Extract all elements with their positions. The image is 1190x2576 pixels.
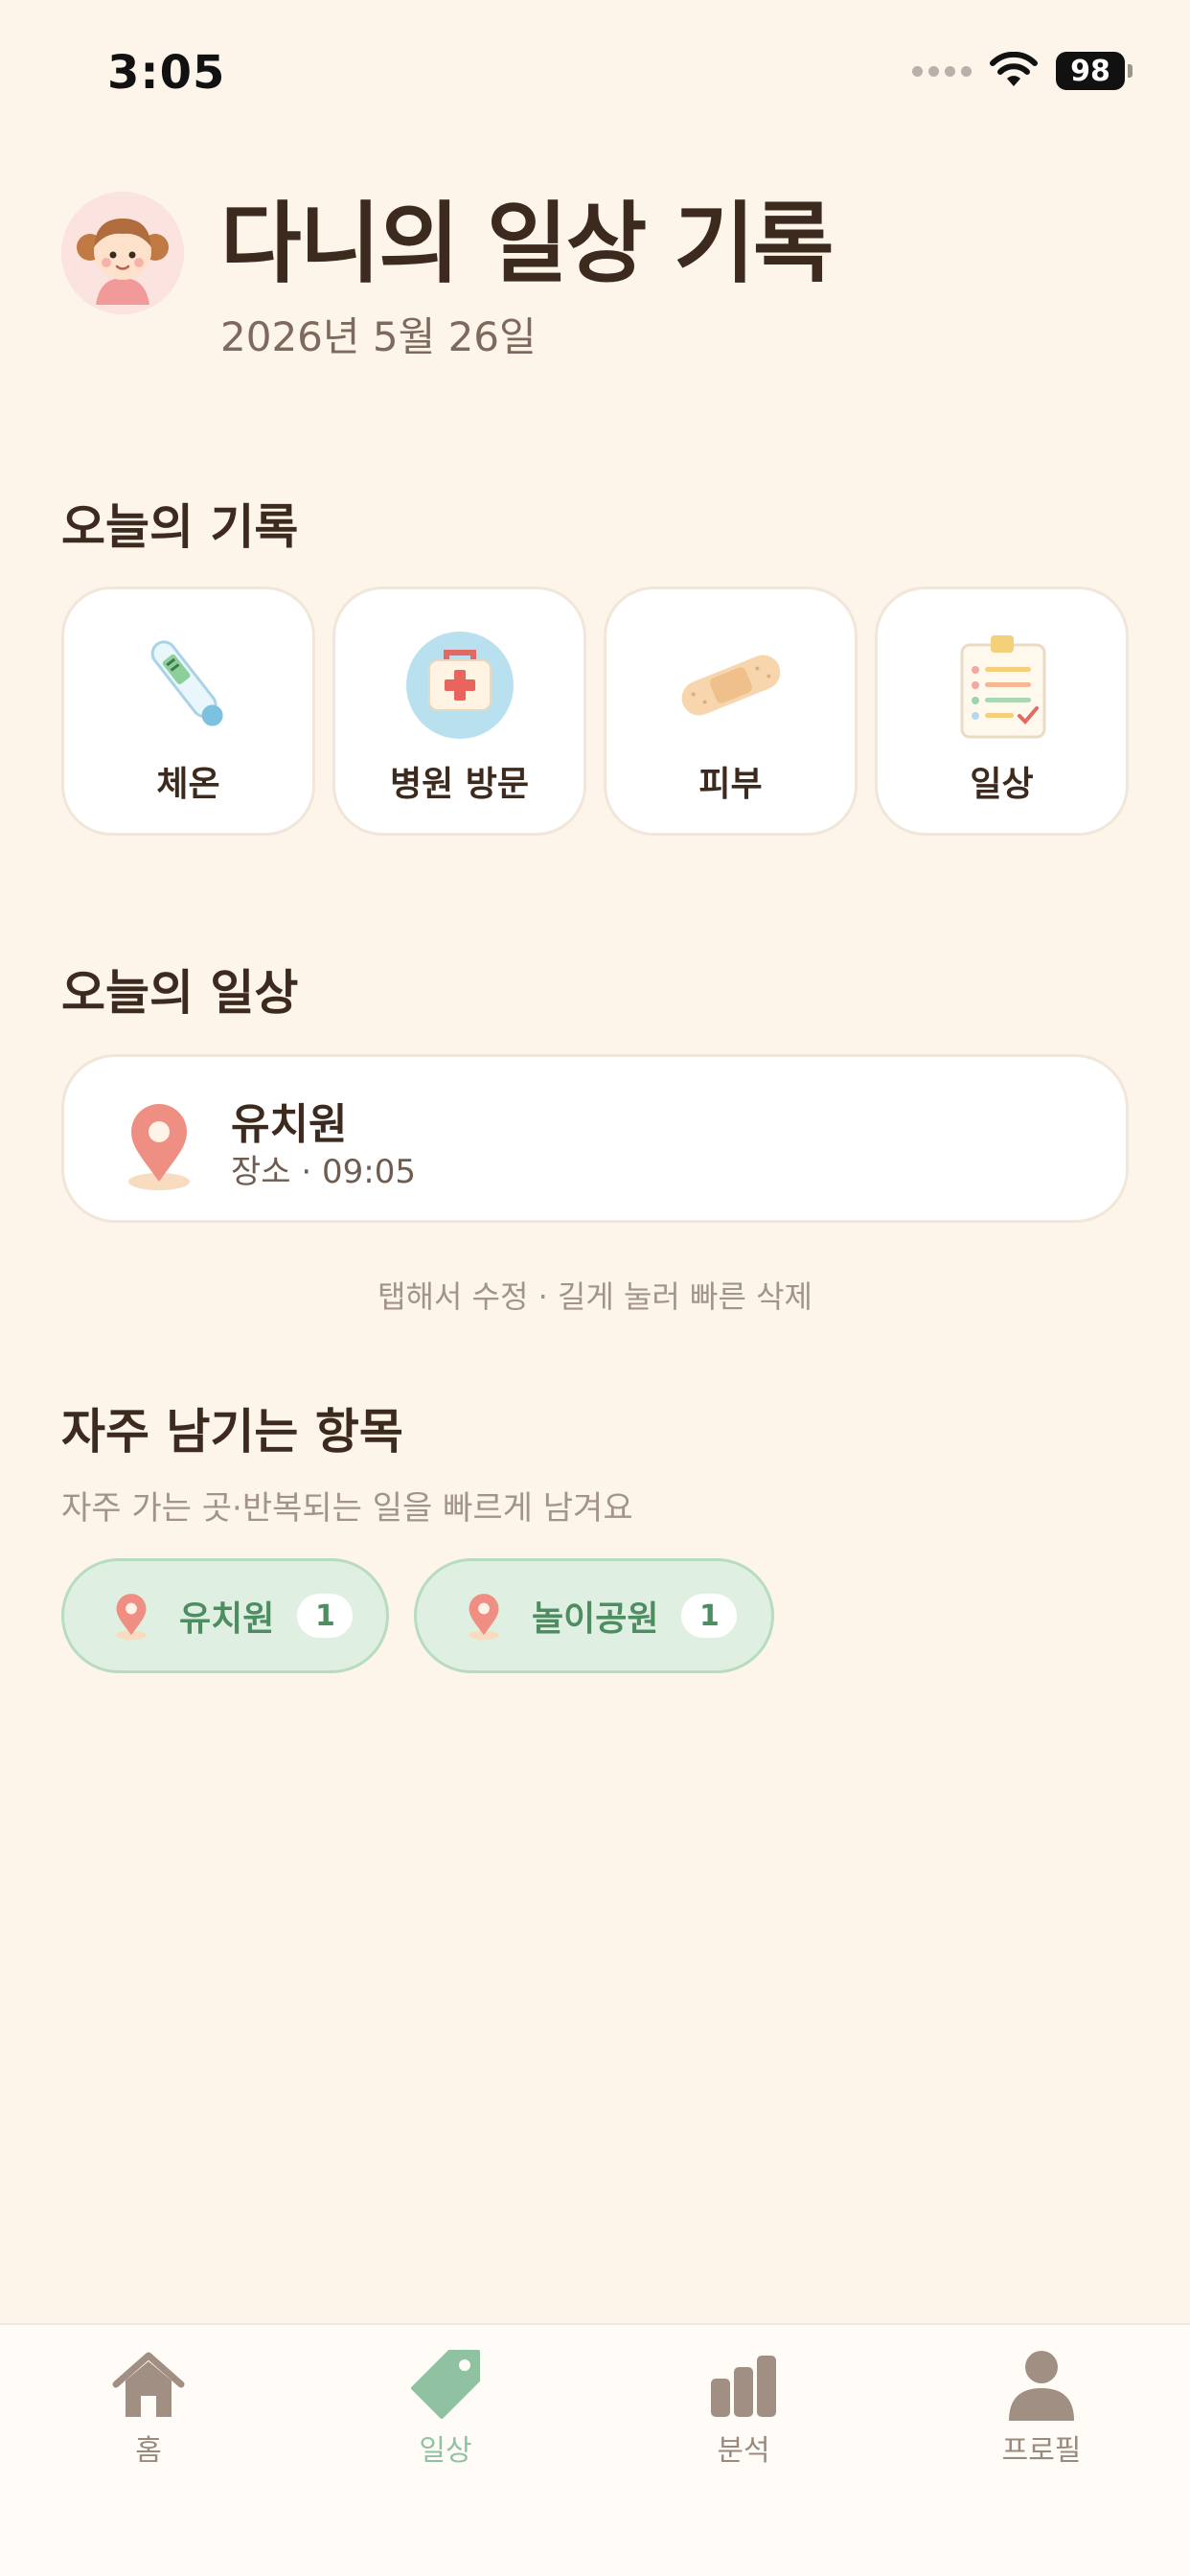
daily-entry-name: 유치원 bbox=[231, 1100, 348, 1149]
favorite-chip-kindergarten[interactable]: 유치원 1 bbox=[61, 1558, 389, 1673]
battery-level: 98 bbox=[1056, 52, 1125, 90]
avatar[interactable] bbox=[61, 192, 184, 314]
section-title-favorites: 자주 남기는 항목 bbox=[61, 1404, 403, 1460]
tab-label-home: 홈 bbox=[135, 2434, 162, 2468]
favorite-chip-label: 놀이공원 bbox=[532, 1599, 659, 1639]
favorite-chip-amusement-park[interactable]: 놀이공원 1 bbox=[414, 1558, 774, 1673]
record-type-grid: 체온 병원 방문 피부 일상 bbox=[61, 586, 1129, 836]
record-card-label: 피부 bbox=[698, 765, 763, 804]
record-card-label: 체온 bbox=[156, 765, 220, 804]
home-icon bbox=[112, 2352, 185, 2417]
clipboard-checklist-icon bbox=[960, 635, 1045, 739]
record-card-skin[interactable]: 피부 bbox=[604, 586, 858, 836]
girl-avatar-icon bbox=[61, 192, 184, 314]
record-card-label: 병원 방문 bbox=[389, 765, 529, 804]
section-title-today-records: 오늘의 기록 bbox=[61, 499, 299, 555]
thermometer-icon bbox=[150, 640, 223, 726]
bottom-tab-bar: 홈 일상 분석 프로필 bbox=[0, 2323, 1190, 2576]
tab-home[interactable]: 홈 bbox=[53, 2348, 244, 2469]
current-date: 2026년 5월 26일 bbox=[220, 313, 537, 360]
location-pin-icon bbox=[128, 1104, 190, 1190]
tab-label-daily: 일상 bbox=[419, 2434, 472, 2468]
favorite-chip-label: 유치원 bbox=[179, 1599, 275, 1639]
battery-icon: 98 bbox=[1056, 52, 1133, 90]
daily-entry-meta: 장소 · 09:05 bbox=[231, 1153, 416, 1191]
favorite-chip-count: 1 bbox=[297, 1594, 354, 1638]
page-title: 다니의 일상 기록 bbox=[220, 193, 835, 295]
first-aid-kit-icon bbox=[405, 632, 514, 739]
section-title-today-daily: 오늘의 일상 bbox=[61, 965, 299, 1021]
bar-chart-icon bbox=[711, 2356, 776, 2417]
bandage-icon bbox=[681, 655, 780, 716]
app-screen: 3:05 98 다니의 일상 기록 2026년 5월 26일 오늘의 기록 체온… bbox=[0, 0, 1190, 2576]
tab-label-profile: 프로필 bbox=[1001, 2434, 1082, 2468]
daily-entry-card[interactable]: 유치원 장소 · 09:05 bbox=[61, 1054, 1129, 1223]
tab-profile[interactable]: 프로필 bbox=[946, 2348, 1137, 2469]
record-card-hospital-visit[interactable]: 병원 방문 bbox=[332, 586, 586, 836]
record-card-daily[interactable]: 일상 bbox=[875, 586, 1129, 836]
status-indicators: 98 bbox=[912, 52, 1133, 90]
tab-analysis[interactable]: 분석 bbox=[648, 2348, 839, 2469]
person-icon bbox=[1009, 2351, 1074, 2421]
wifi-icon bbox=[990, 52, 1038, 86]
location-pin-icon bbox=[469, 1594, 499, 1641]
record-card-label: 일상 bbox=[970, 765, 1034, 804]
cellular-signal-icon bbox=[912, 65, 972, 77]
tab-daily[interactable]: 일상 bbox=[350, 2348, 541, 2469]
location-pin-icon bbox=[116, 1594, 147, 1641]
tab-label-analysis: 분석 bbox=[717, 2434, 770, 2468]
favorite-chip-count: 1 bbox=[681, 1594, 738, 1638]
tag-icon bbox=[411, 2350, 480, 2419]
status-time: 3:05 bbox=[107, 46, 226, 100]
favorites-subtitle: 자주 가는 곳·반복되는 일을 빠르게 남겨요 bbox=[61, 1489, 633, 1528]
record-card-temperature[interactable]: 체온 bbox=[61, 586, 315, 836]
edit-delete-hint: 탭해서 수정 · 길게 눌러 빠른 삭제 bbox=[378, 1278, 812, 1315]
